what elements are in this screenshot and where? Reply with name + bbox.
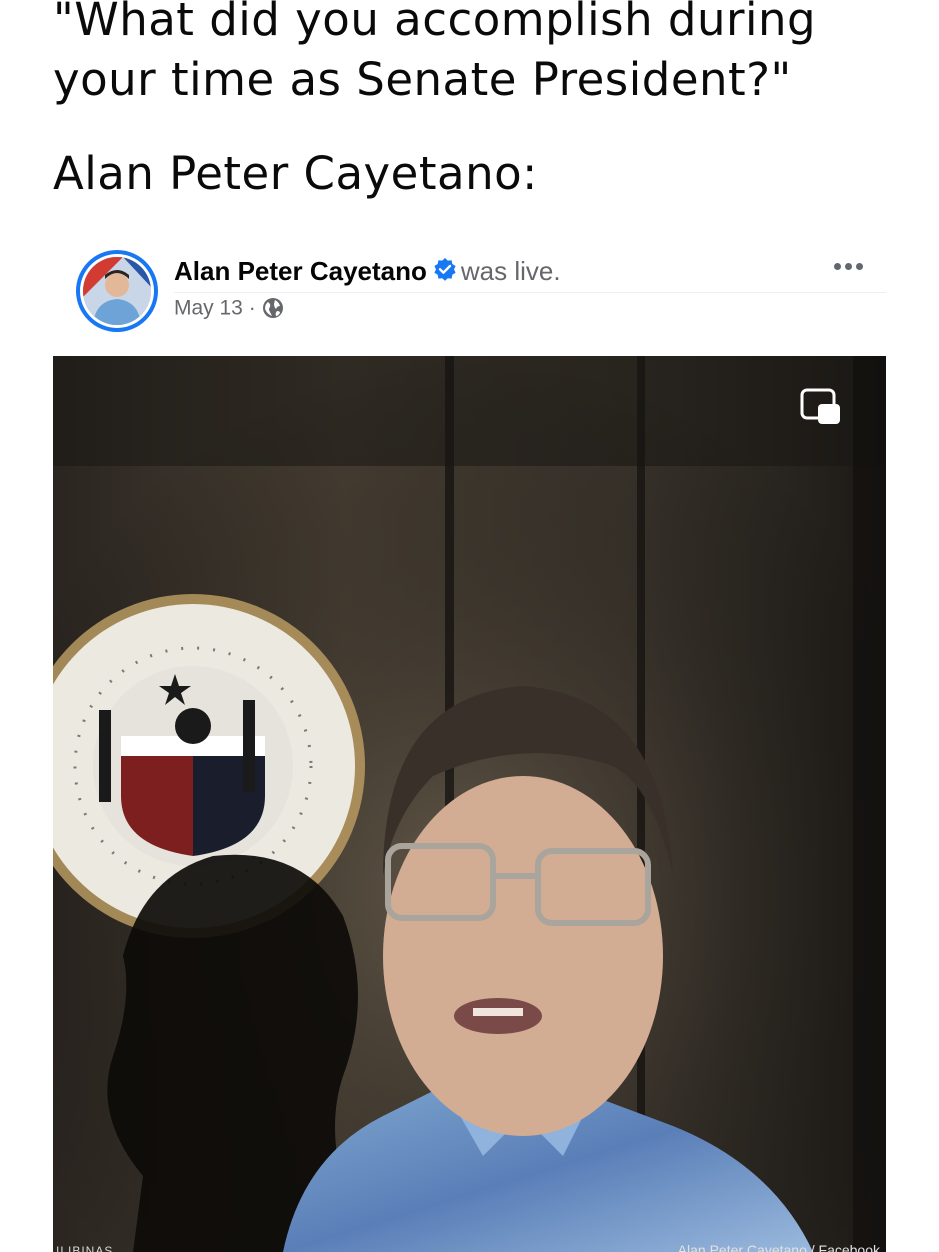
more-options-icon[interactable]: [826, 254, 870, 278]
poster-line: Alan Peter Cayetano was live.: [174, 256, 561, 287]
video-watermark-left: ILIBINAS: [56, 1244, 114, 1252]
header-divider: [174, 292, 886, 293]
avatar-photo: [83, 257, 151, 325]
meme-caption-question: "What did you accomplish during your tim…: [53, 0, 817, 106]
post-action-text: was live.: [460, 256, 561, 286]
post-meta: May 13 ·: [174, 296, 284, 320]
verified-badge-icon: [433, 257, 457, 286]
post-header: Alan Peter Cayetano was live. May 13 ·: [76, 248, 886, 332]
picture-in-picture-icon[interactable]: [800, 388, 842, 426]
poster-name[interactable]: Alan Peter Cayetano: [174, 256, 427, 286]
video-frame: [53, 356, 886, 1252]
video-watermark-right: Alan Peter Cayetano / Facebook: [677, 1242, 880, 1252]
meme-caption-speaker: Alan Peter Cayetano:: [53, 147, 538, 200]
meta-separator: ·: [248, 296, 256, 320]
avatar[interactable]: [76, 250, 158, 332]
post-date[interactable]: May 13: [174, 296, 243, 319]
video-player[interactable]: ILIBINAS Alan Peter Cayetano / Facebook: [53, 356, 886, 1252]
globe-icon: [262, 298, 283, 319]
